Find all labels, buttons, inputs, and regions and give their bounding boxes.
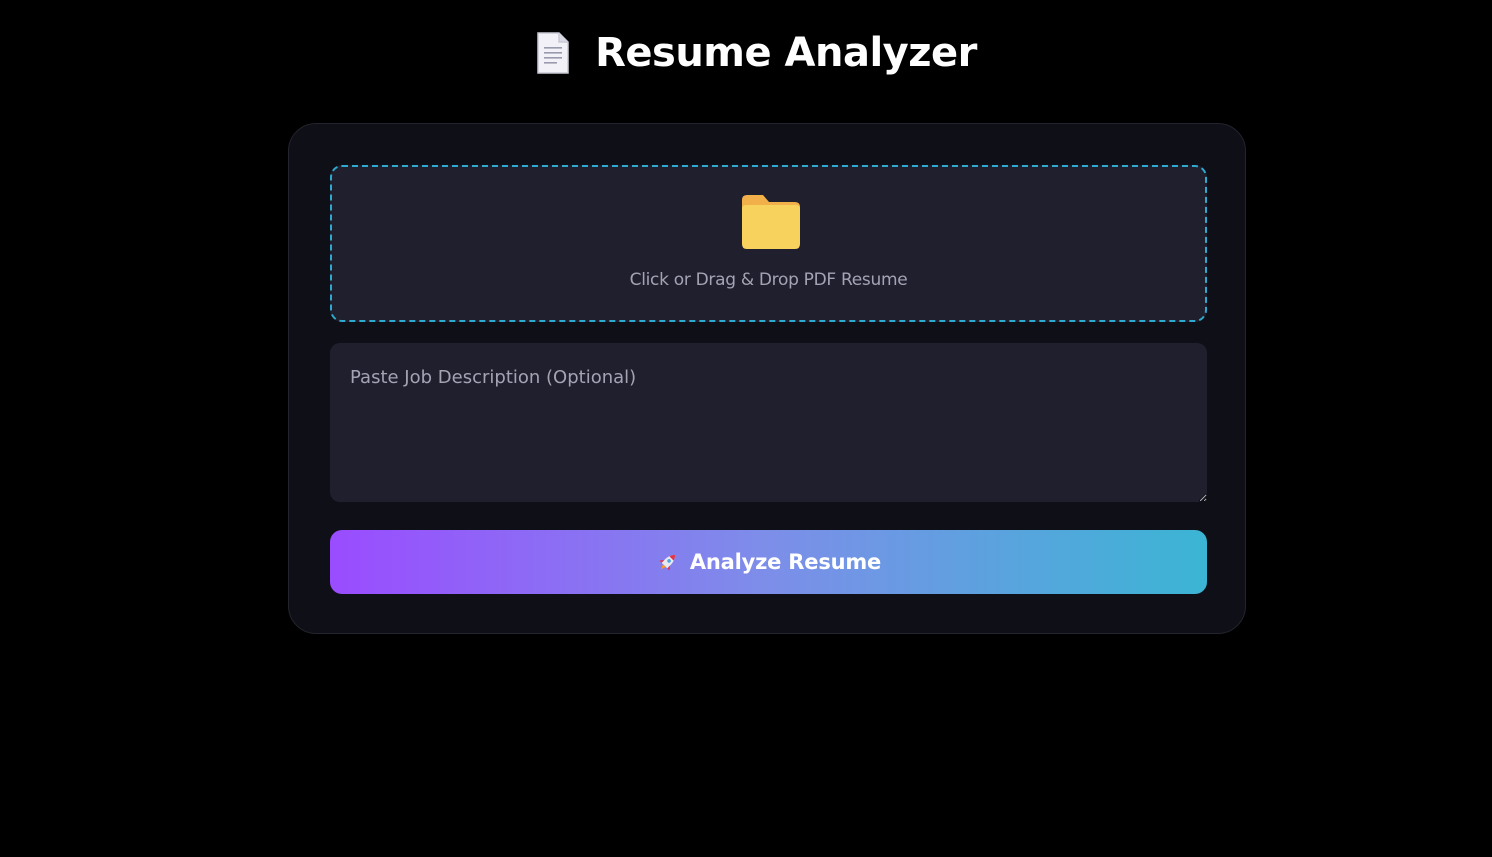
analyze-resume-button[interactable]: Analyze Resume: [330, 530, 1207, 594]
resume-dropzone[interactable]: Click or Drag & Drop PDF Resume: [330, 165, 1207, 322]
analyzer-card: Click or Drag & Drop PDF Resume Analyze …: [288, 123, 1246, 634]
page: Resume Analyzer Click or Drag & Drop PDF…: [0, 0, 1492, 857]
document-icon: [537, 32, 569, 74]
rocket-icon: [659, 554, 675, 571]
app-header: Resume Analyzer: [0, 26, 1492, 80]
folder-icon: [742, 195, 800, 249]
page-title: Resume Analyzer: [595, 30, 977, 76]
analyze-button-label: Analyze Resume: [689, 550, 882, 574]
job-description-input[interactable]: [330, 343, 1207, 502]
dropzone-label: Click or Drag & Drop PDF Resume: [629, 270, 908, 290]
